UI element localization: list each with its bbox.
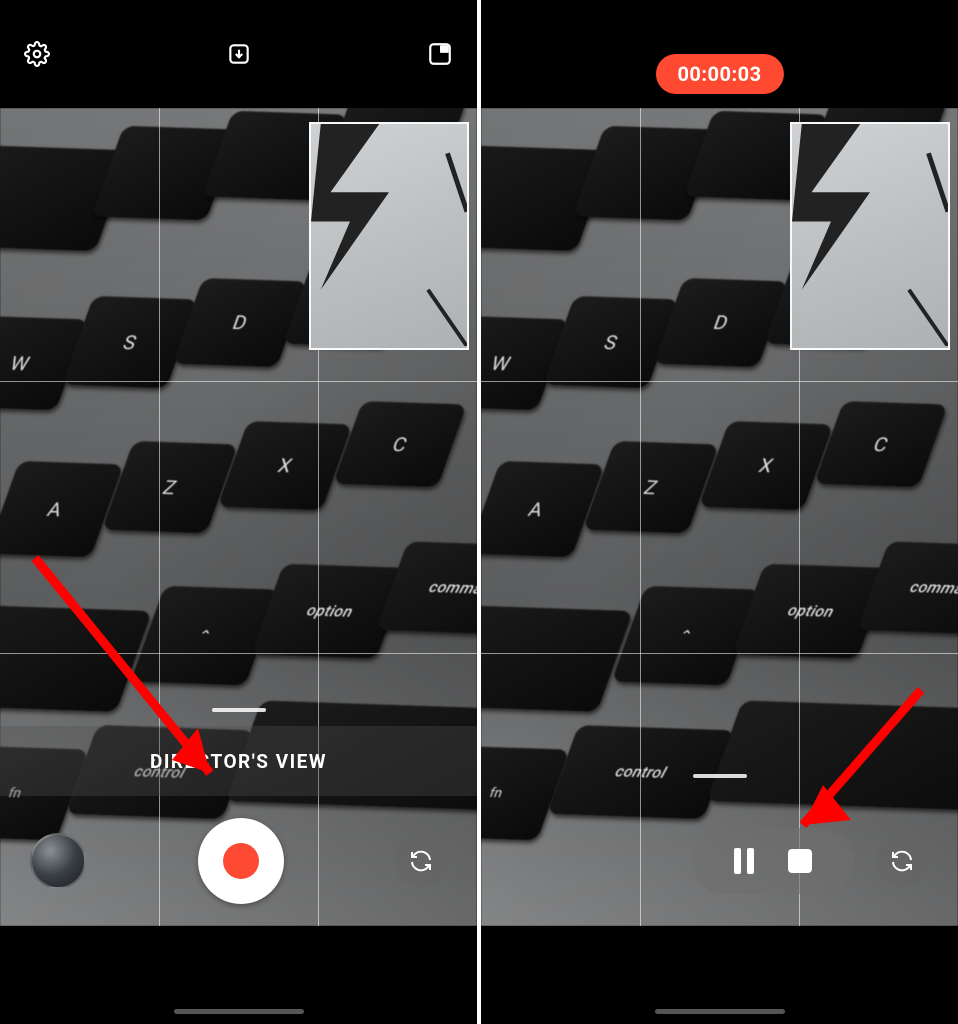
recording-timer: 00:00:03 (655, 54, 783, 94)
viewfinder[interactable]: W S D F A Z X C ⌃ option command fn cont… (0, 108, 477, 926)
switch-camera-button[interactable] (395, 835, 447, 887)
grid-line (481, 381, 958, 382)
settings-icon[interactable] (20, 37, 54, 71)
pip-preview[interactable] (309, 122, 469, 350)
save-icon[interactable] (222, 37, 256, 71)
record-button[interactable] (198, 818, 284, 904)
grid-line (0, 653, 477, 654)
record-dot-icon (223, 843, 259, 879)
mode-selector[interactable]: ‹ DIRECTOR'S VIEW (0, 726, 477, 796)
pip-preview[interactable] (790, 122, 950, 350)
bottom-bar (481, 926, 958, 1024)
bottom-bar (0, 926, 477, 1024)
drag-handle[interactable] (693, 774, 747, 778)
switch-camera-button[interactable] (876, 835, 928, 887)
camera-screen-idle: W S D F A Z X C ⌃ option command fn cont… (0, 0, 477, 1024)
pause-button[interactable] (734, 848, 754, 874)
top-bar (0, 0, 477, 108)
chevron-left-icon: ‹ (150, 750, 157, 773)
camera-screen-recording: 00:00:03 W S D F A Z X C ⌃ option comman… (481, 0, 958, 1024)
gallery-thumbnail[interactable] (30, 833, 86, 889)
top-bar: 00:00:03 (481, 0, 958, 108)
home-indicator[interactable] (655, 1009, 785, 1014)
mode-label: DIRECTOR'S VIEW (150, 750, 327, 773)
home-indicator[interactable] (174, 1009, 304, 1014)
drag-handle[interactable] (212, 708, 266, 712)
controls-bar (0, 796, 477, 926)
grid-line (0, 381, 477, 382)
stop-button[interactable] (788, 849, 812, 873)
grid-line (481, 653, 958, 654)
pip-layout-icon[interactable] (423, 37, 457, 71)
viewfinder[interactable]: W S D F A Z X C ⌃ option command fn cont… (481, 108, 958, 926)
recording-controls (692, 828, 854, 894)
controls-bar (481, 796, 958, 926)
